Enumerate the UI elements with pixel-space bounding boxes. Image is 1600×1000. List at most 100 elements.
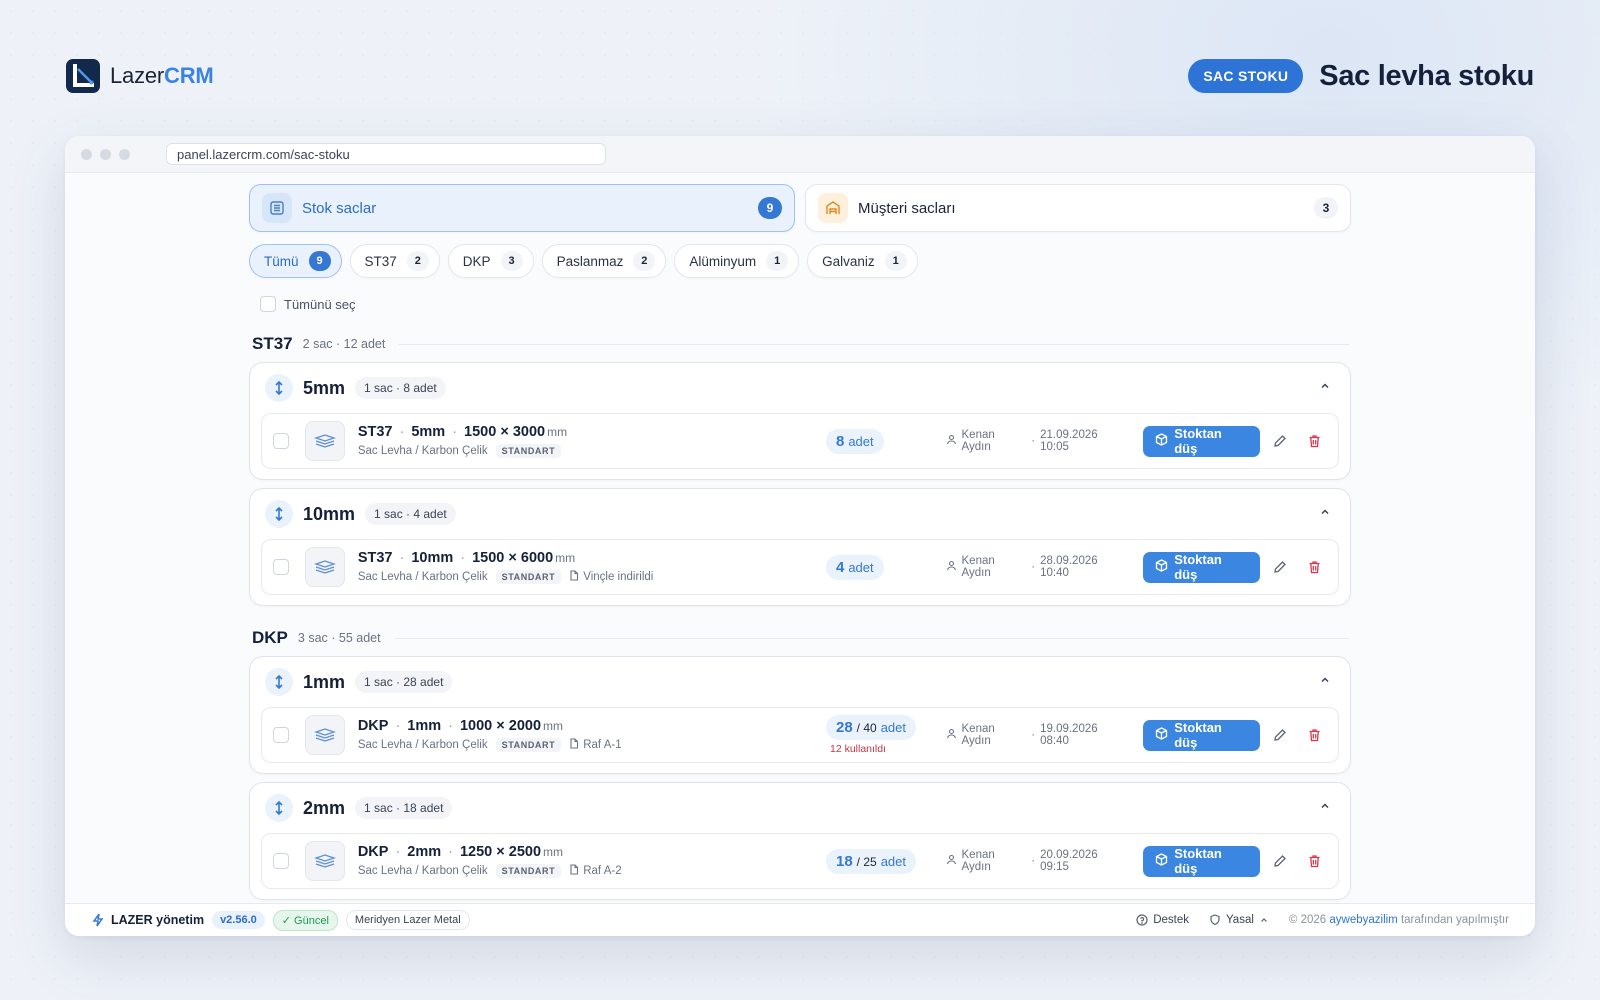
- thickness-arrow-icon: [265, 794, 293, 822]
- stock-out-button[interactable]: Stoktan düş: [1143, 719, 1261, 751]
- select-all[interactable]: Tümünü seç: [260, 296, 1351, 312]
- window-dot: [81, 148, 92, 160]
- brand[interactable]: LazerCRM: [66, 59, 214, 93]
- chevron-up-icon[interactable]: [1319, 505, 1331, 523]
- type-badge: STANDART: [495, 738, 562, 752]
- select-all-checkbox[interactable]: [260, 296, 276, 312]
- note: Vinçle indirildi: [569, 570, 653, 584]
- thickness-label: 1mm: [303, 671, 346, 692]
- sheet-description: Sac Levha / Karbon Çelik: [357, 571, 488, 583]
- stock-out-button[interactable]: Stoktan düş: [1143, 551, 1261, 583]
- row-checkbox[interactable]: [273, 727, 289, 743]
- filter-aluminum[interactable]: Alüminyum 1: [674, 244, 800, 278]
- thickness-count: 1 sac · 8 adet: [355, 377, 446, 399]
- note: Raf A-1: [569, 738, 622, 752]
- note: Raf A-2: [569, 864, 622, 878]
- group-summary: 3 sac · 55 adet: [297, 631, 381, 645]
- brand-name: LazerCRM: [110, 63, 214, 88]
- delete-trash-icon[interactable]: [1300, 553, 1328, 581]
- group-summary: 2 sac · 12 adet: [302, 337, 386, 351]
- type-badge: STANDART: [495, 864, 562, 878]
- author-link[interactable]: aywebyazilim: [1329, 914, 1397, 926]
- thickness-arrow-icon: [265, 500, 293, 528]
- copyright: © 2026 aywebyazilim tarafından yapılmışt…: [1288, 914, 1509, 926]
- used-count: 12 kullanıldı: [829, 743, 887, 755]
- filter-count: 3: [500, 251, 523, 271]
- delete-trash-icon[interactable]: [1300, 847, 1328, 875]
- stock-out-button[interactable]: Stoktan düş: [1143, 845, 1261, 877]
- stock-out-button[interactable]: Stoktan düş: [1143, 425, 1261, 457]
- browser-window: panel.lazercrm.com/sac-stoku Stok saclar…: [65, 136, 1535, 936]
- sheet-title: ST37 · 5mm · 1500 × 3000 mm: [357, 424, 568, 440]
- thickness-header[interactable]: 1mm 1 sac · 28 adet: [261, 657, 1339, 707]
- thickness-header[interactable]: 10mm 1 sac · 4 adet: [261, 489, 1339, 539]
- thickness-count: 1 sac · 28 adet: [355, 671, 453, 693]
- filter-all[interactable]: Tümü 9: [249, 244, 342, 278]
- thickness-header[interactable]: 2mm 1 sac · 18 adet: [261, 783, 1339, 833]
- group-name: ST37: [252, 334, 293, 353]
- url-bar[interactable]: panel.lazercrm.com/sac-stoku: [166, 143, 606, 165]
- qty-unit: adet: [880, 853, 906, 869]
- group-header: DKP 3 sac · 55 adet: [252, 628, 1351, 648]
- user-name: Kenan Aydın: [961, 849, 995, 873]
- filter-dkp[interactable]: DKP 3: [447, 244, 534, 278]
- sheet-description: Sac Levha / Karbon Çelik: [357, 739, 488, 751]
- legal-label: Yasal: [1225, 914, 1254, 926]
- row-meta: Kenan Aydın · 19.09.2026 08:40: [946, 723, 1130, 747]
- edit-pencil-icon[interactable]: [1266, 847, 1294, 875]
- filter-count: 1: [766, 251, 789, 271]
- thickness-group: 2mm 1 sac · 18 adet DKP · 2mm · 1250 × 250…: [249, 782, 1351, 900]
- material: ST37: [357, 550, 393, 566]
- quantity-badge: 18/ 25 adet: [825, 848, 916, 874]
- shield-icon: [1210, 914, 1220, 926]
- filter-galvanized[interactable]: Galvaniz 1: [807, 244, 918, 278]
- timestamp: 28.09.2026 10:40: [1040, 555, 1098, 579]
- sheet-row: DKP · 1mm · 1000 × 2000 mm Sac Levha / Kar…: [261, 707, 1339, 763]
- filter-stainless[interactable]: Paslanmaz 2: [541, 244, 667, 278]
- user-name: Kenan Aydın: [961, 723, 995, 747]
- dimensions: 1500 × 3000: [464, 424, 546, 440]
- row-checkbox[interactable]: [273, 433, 289, 449]
- delete-trash-icon[interactable]: [1300, 721, 1328, 749]
- tab-stock-sheets[interactable]: Stok saclar 9: [249, 184, 795, 232]
- main-content: Stok saclar 9 Müşteri sacları 3 Tümü 9 ST…: [65, 173, 1535, 903]
- sheet-title: DKP · 1mm · 1000 × 2000 mm: [357, 718, 564, 734]
- thickness-label: 5mm: [303, 377, 346, 398]
- sheet-layers-icon: [304, 547, 345, 587]
- warehouse-icon: [818, 193, 848, 223]
- support-label: Destek: [1153, 914, 1189, 926]
- thickness: 2mm: [407, 844, 442, 860]
- stock-out-label: Stoktan düş: [1174, 846, 1222, 876]
- qty-value: 18: [835, 852, 853, 870]
- note-text: Raf A-1: [583, 739, 622, 751]
- unit: mm: [543, 719, 564, 733]
- chevron-up-icon[interactable]: [1319, 379, 1331, 397]
- edit-pencil-icon[interactable]: [1266, 427, 1294, 455]
- user-icon: [946, 434, 957, 448]
- qty-total: / 25: [856, 854, 877, 869]
- filter-st37[interactable]: ST37 2: [349, 244, 440, 278]
- section-tag: SAC STOKU: [1188, 59, 1304, 93]
- support-link[interactable]: Destek: [1136, 914, 1189, 926]
- filter-label: Alüminyum: [689, 253, 757, 269]
- filter-label: Galvaniz: [822, 253, 875, 269]
- row-checkbox[interactable]: [273, 559, 289, 575]
- tab-customer-sheets[interactable]: Müşteri sacları 3: [805, 184, 1351, 232]
- user-icon: [946, 728, 957, 742]
- help-circle-icon: [1136, 914, 1148, 926]
- chevron-up-icon[interactable]: [1319, 673, 1331, 691]
- thickness-count: 1 sac · 4 adet: [365, 503, 456, 525]
- sheet-row: ST37 · 5mm · 1500 × 3000 mm Sac Levha / Ka…: [261, 413, 1339, 469]
- tab-label: Müşteri sacları: [858, 199, 956, 217]
- unit: mm: [547, 425, 568, 439]
- row-checkbox[interactable]: [273, 853, 289, 869]
- thickness-header[interactable]: 5mm 1 sac · 8 adet: [261, 363, 1339, 413]
- delete-trash-icon[interactable]: [1300, 427, 1328, 455]
- edit-pencil-icon[interactable]: [1266, 553, 1294, 581]
- chevron-up-icon[interactable]: [1319, 799, 1331, 817]
- filter-count: 9: [308, 251, 331, 271]
- edit-pencil-icon[interactable]: [1266, 721, 1294, 749]
- material: DKP: [357, 718, 389, 734]
- user-icon: [946, 560, 957, 574]
- legal-link[interactable]: Yasal: [1209, 914, 1269, 926]
